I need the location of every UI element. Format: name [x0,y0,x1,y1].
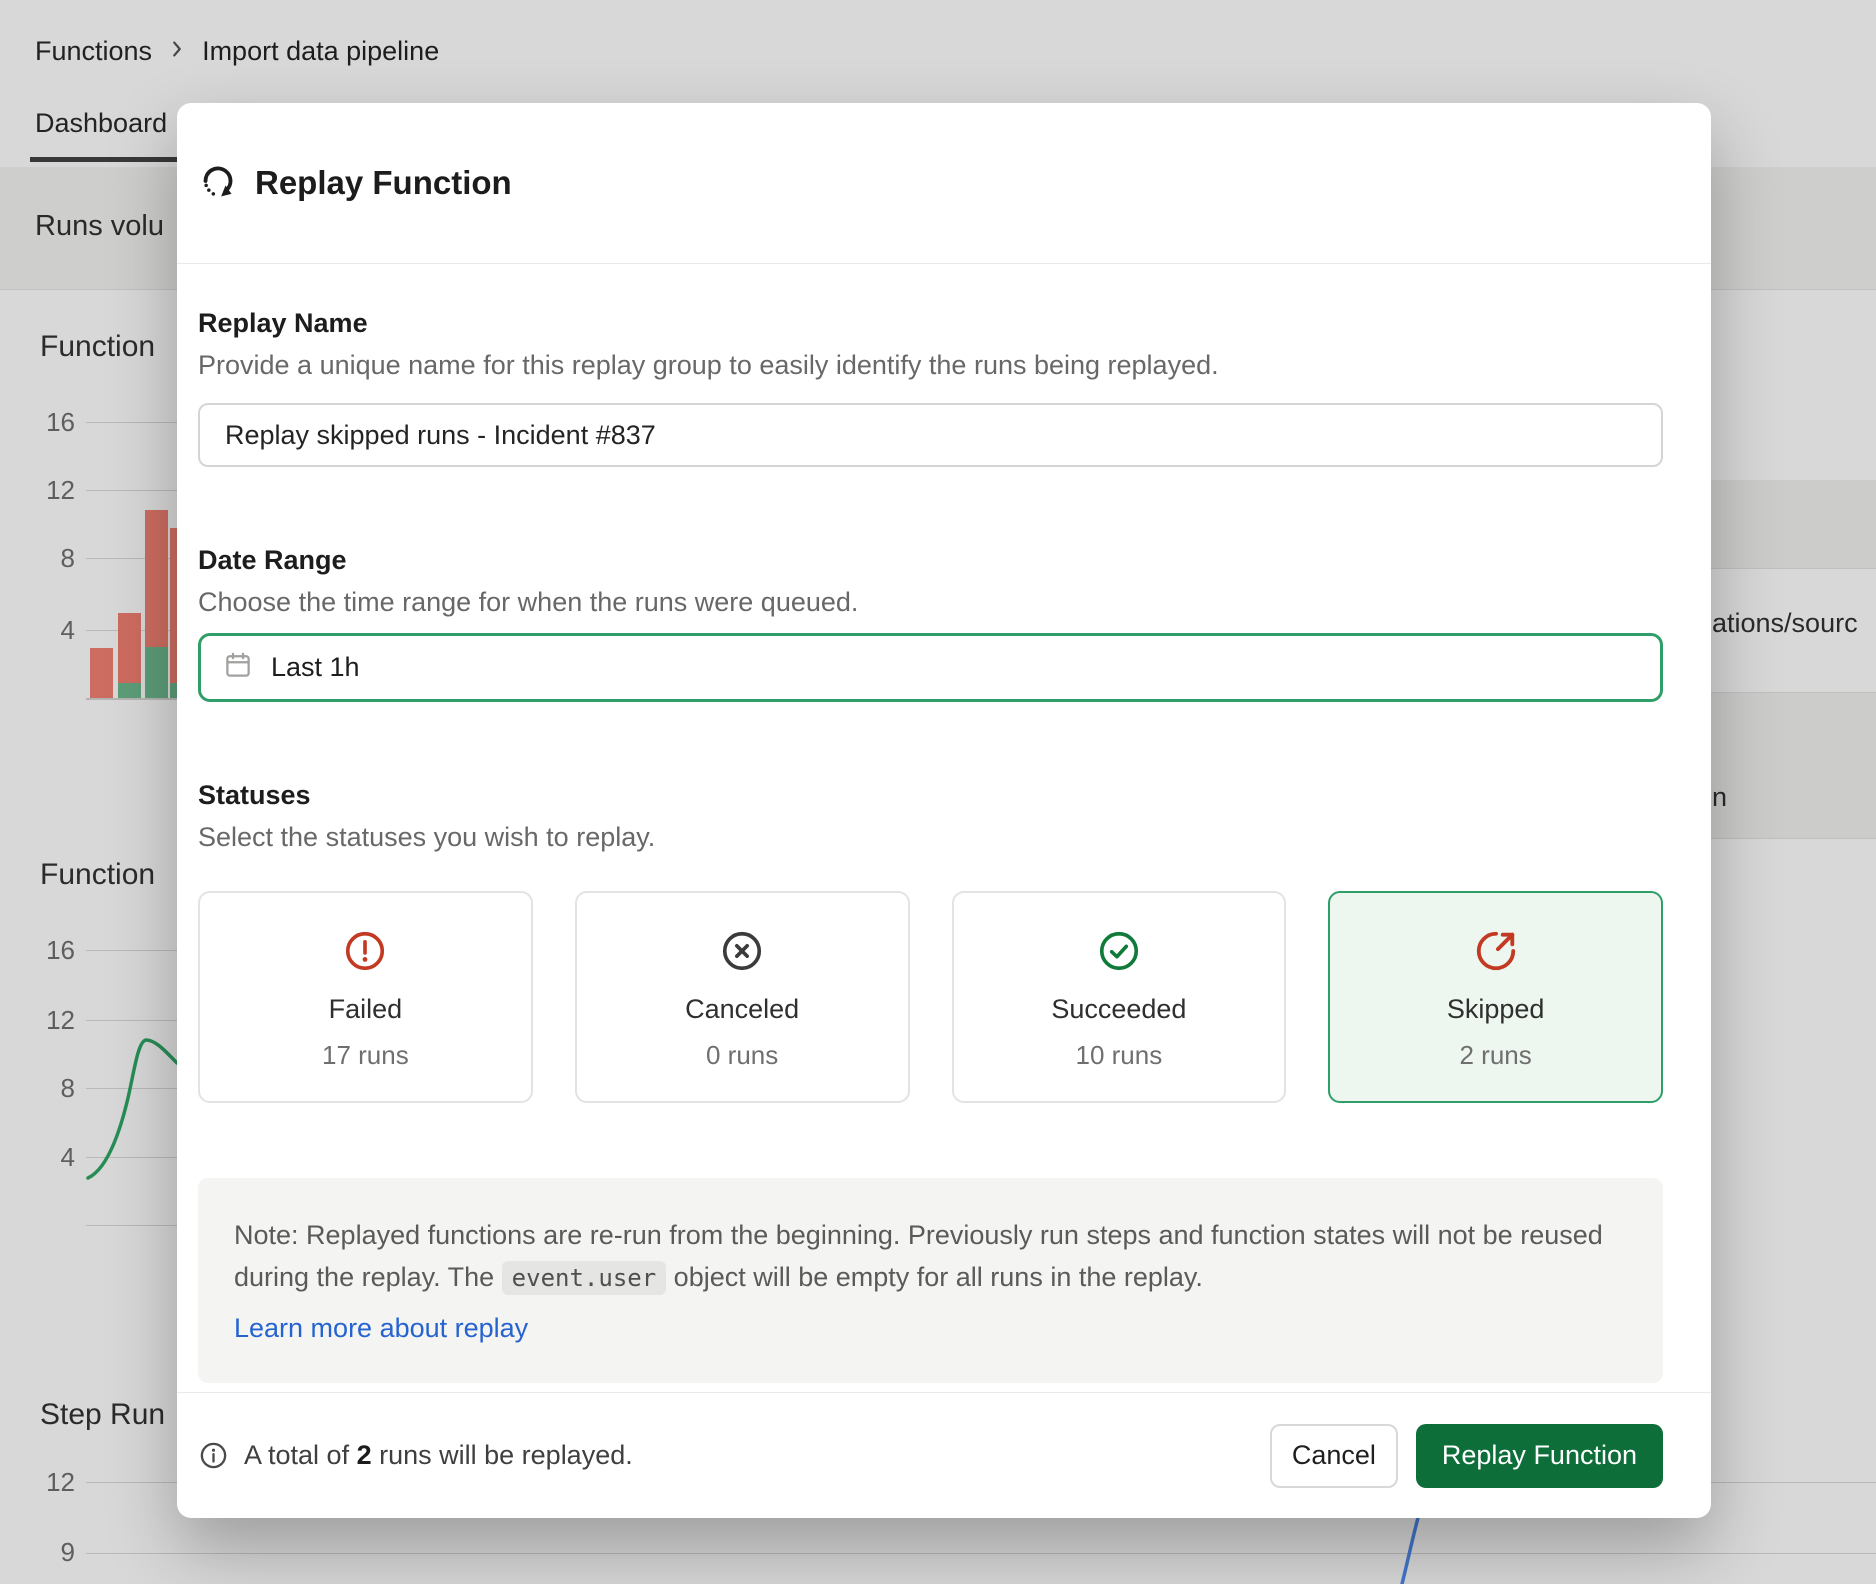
modal-footer: A total of 2 runs will be replayed. Canc… [177,1392,1711,1518]
replay-name-input[interactable] [198,403,1663,467]
info-icon [198,1440,229,1471]
date-range-picker[interactable]: Last 1h [198,633,1663,702]
status-label: Failed [329,994,403,1025]
summary-text: A total of 2 runs will be replayed. [244,1440,633,1471]
status-cards: Failed 17 runs Canceled 0 runs Succeeded… [198,891,1663,1103]
inline-code: event.user [502,1261,667,1295]
status-label: Skipped [1447,994,1545,1025]
status-card-skipped[interactable]: Skipped 2 runs [1328,891,1663,1103]
status-card-failed[interactable]: Failed 17 runs [198,891,533,1103]
alert-circle-icon [342,928,388,979]
replay-name-description: Provide a unique name for this replay gr… [198,350,1219,381]
date-range-description: Choose the time range for when the runs … [198,587,858,618]
status-run-count: 0 runs [706,1040,778,1071]
footer-summary: A total of 2 runs will be replayed. [198,1440,633,1471]
replay-function-modal: Replay Function Replay Name Provide a un… [177,103,1711,1518]
note-text-after: object will be empty for all runs in the… [666,1262,1203,1292]
learn-more-link[interactable]: Learn more about replay [234,1307,528,1349]
status-card-canceled[interactable]: Canceled 0 runs [575,891,910,1103]
status-run-count: 10 runs [1076,1040,1163,1071]
modal-title: Replay Function [255,164,512,202]
replay-icon [198,161,238,206]
status-card-succeeded[interactable]: Succeeded 10 runs [952,891,1287,1103]
date-range-value: Last 1h [271,652,360,683]
cancel-button[interactable]: Cancel [1270,1424,1398,1488]
note-box: Note: Replayed functions are re-run from… [198,1178,1663,1383]
modal-header: Replay Function [177,103,1711,264]
status-run-count: 2 runs [1459,1040,1531,1071]
status-run-count: 17 runs [322,1040,409,1071]
arrow-out-circle-icon [1473,928,1519,979]
x-circle-icon [719,928,765,979]
summary-count: 2 [357,1440,372,1470]
replay-name-label: Replay Name [198,308,368,339]
statuses-label: Statuses [198,780,311,811]
date-range-label: Date Range [198,545,347,576]
replay-function-button[interactable]: Replay Function [1416,1424,1663,1488]
status-label: Succeeded [1051,994,1186,1025]
check-circle-icon [1096,928,1142,979]
statuses-description: Select the statuses you wish to replay. [198,822,655,853]
calendar-icon [223,650,253,685]
status-label: Canceled [685,994,799,1025]
